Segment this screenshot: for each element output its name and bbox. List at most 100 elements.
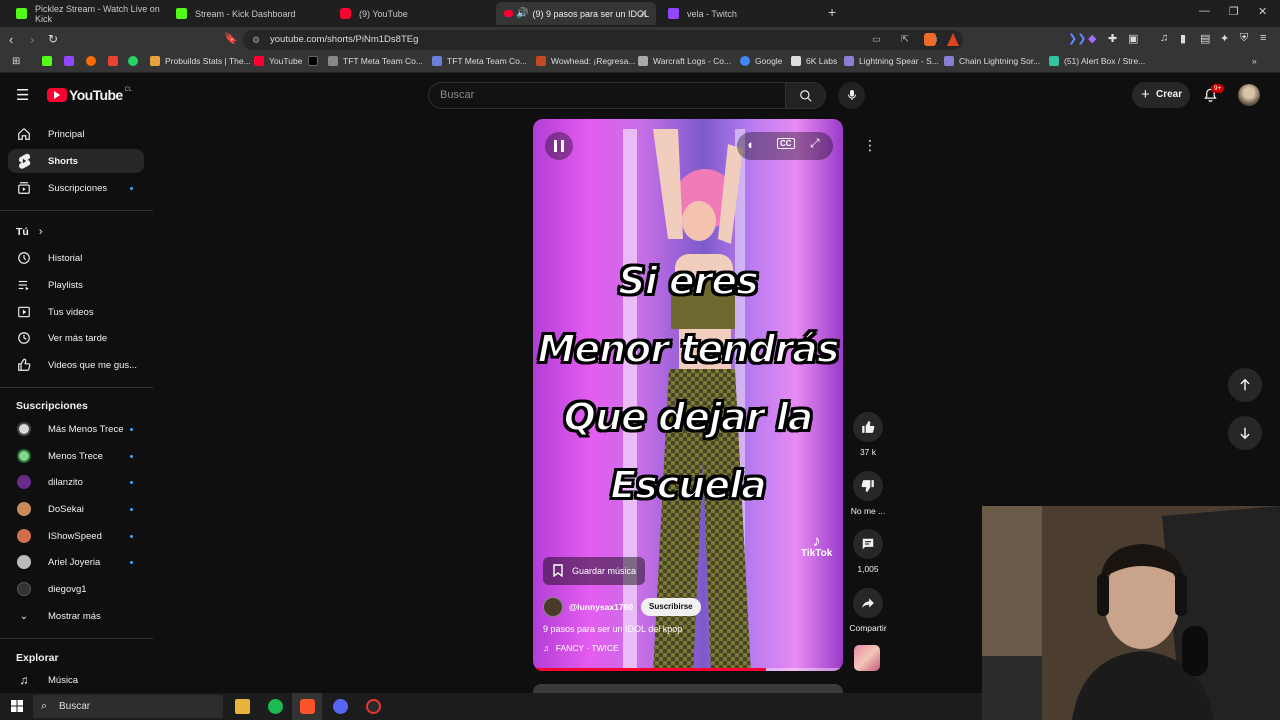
bookmark-item[interactable]: Chain Lightning Sor... <box>944 56 1040 66</box>
sidebar-subscription[interactable]: Menos Trece <box>8 444 144 468</box>
sound-thumbnail[interactable] <box>854 645 880 671</box>
previous-short-button[interactable] <box>1228 368 1262 402</box>
media-icon[interactable]: ♫ <box>1160 32 1168 44</box>
bookmark-kick[interactable] <box>42 56 57 66</box>
like-button[interactable]: 37 k <box>846 412 890 457</box>
search-button[interactable] <box>786 82 826 109</box>
save-music-button[interactable]: Guardar música <box>543 557 645 585</box>
wallet-icon[interactable]: ▤ <box>1200 32 1210 45</box>
bookmark-item[interactable]: Google <box>740 56 782 66</box>
avatar[interactable] <box>1238 84 1260 106</box>
spotify-icon[interactable] <box>268 699 283 714</box>
bookmark-gmail[interactable] <box>108 56 123 66</box>
browser-tab[interactable]: (9) YouTube <box>332 2 492 25</box>
bookmark-item[interactable]: Warcraft Logs - Co... <box>638 56 731 66</box>
vpn-icon[interactable]: ⛨ <box>1240 32 1248 45</box>
bookmark-item[interactable]: Probuilds Stats | The... <box>150 56 251 66</box>
channel-avatar[interactable] <box>543 597 563 617</box>
sidebar-toggle-icon[interactable]: ▮ <box>1180 32 1186 45</box>
taskbar-search-input[interactable]: ⌕ Buscar <box>33 695 223 718</box>
captions-icon[interactable]: CC <box>777 138 795 149</box>
voice-search-button[interactable] <box>838 82 865 109</box>
forward-icon[interactable]: › <box>30 32 34 47</box>
leo-ai-icon[interactable]: ✦ <box>1220 32 1229 45</box>
fullscreen-icon[interactable]: ⤢ <box>810 136 820 151</box>
sidebar-item-playlists[interactable]: Playlists <box>8 273 144 297</box>
sidebar-item-your-videos[interactable]: Tus videos <box>8 300 144 324</box>
sidebar-subscription[interactable]: Más Menos Trece <box>8 417 144 441</box>
subscribe-button[interactable]: Suscribirse <box>641 598 701 616</box>
sidebar-subscription[interactable]: DoSekai <box>8 497 144 521</box>
hamburger-menu-icon[interactable]: ☰ <box>16 86 29 104</box>
twitch-extension-icon[interactable]: ◆ <box>1088 32 1096 45</box>
bookmark-x[interactable] <box>308 56 323 66</box>
sidebar-item-music[interactable]: ♫ Música <box>8 668 144 692</box>
bookmark-item[interactable]: Lightning Spear - S... <box>844 56 939 66</box>
obs-icon[interactable] <box>366 699 381 714</box>
new-tab-button[interactable]: + <box>828 4 836 20</box>
browser-tab[interactable]: Stream - Kick Dashboard <box>168 2 328 25</box>
sidebar-subscription[interactable]: IShowSpeed <box>8 524 144 548</box>
audio-playing-icon[interactable]: 🔊 <box>516 8 528 19</box>
create-button[interactable]: + Crear <box>1132 82 1190 108</box>
sidebar-subscription[interactable]: diegovg1 <box>8 577 144 601</box>
browser-tab[interactable]: vela - Twitch <box>660 2 820 25</box>
extensions-icon[interactable]: ✚ <box>1108 32 1117 45</box>
show-more-button[interactable]: ⌄ Mostrar más <box>8 604 144 628</box>
bookmark-orange[interactable] <box>86 56 101 66</box>
sidebar-item-watch-later[interactable]: Ver más tarde <box>8 326 144 350</box>
browser-tab[interactable]: Picklez Stream - Watch Live on Kick <box>8 2 168 25</box>
pause-button[interactable] <box>545 132 573 160</box>
bookmark-item[interactable]: Wowhead: ¡Regresa... <box>536 56 635 66</box>
screenshot-icon[interactable]: ▣ <box>1128 32 1138 45</box>
sidebar-subscription[interactable]: dilanzito <box>8 470 144 494</box>
bookmark-whatsapp[interactable] <box>128 56 143 66</box>
install-icon[interactable]: ▭ <box>872 30 881 50</box>
share-button[interactable]: Compartir <box>846 588 890 633</box>
bookmark-icon[interactable]: 🔖 <box>224 32 238 45</box>
bookmark-item[interactable]: TFT Meta Team Co... <box>432 56 527 66</box>
discord-icon[interactable] <box>333 699 348 714</box>
file-explorer-icon[interactable] <box>235 699 250 714</box>
close-window-icon[interactable]: ✕ <box>1258 5 1267 18</box>
youtube-logo[interactable]: YouTube CL <box>47 87 132 103</box>
site-settings-icon[interactable]: ⚙ <box>252 30 260 50</box>
sidebar-item-history[interactable]: Historial <box>8 246 144 270</box>
video-progress-bar[interactable] <box>533 668 843 671</box>
back-icon[interactable]: ‹ <box>9 32 13 47</box>
shorts-player[interactable]: Si eres Menor tendrás Que dejar la Escue… <box>533 119 843 671</box>
bookmark-item[interactable]: (51) Alert Box / Stre... <box>1049 56 1145 66</box>
more-options-icon[interactable]: ⋮ <box>863 137 877 154</box>
apps-icon[interactable]: ⊞ <box>12 56 20 67</box>
search-input[interactable]: Buscar <box>428 82 786 109</box>
bookmark-item[interactable]: TFT Meta Team Co... <box>328 56 423 66</box>
more-bookmarks-icon[interactable]: » <box>1252 56 1257 66</box>
bookmark-twitch[interactable] <box>64 56 79 66</box>
short-title[interactable]: 9 pasos para ser un IDOL del kpop <box>543 624 682 634</box>
sidebar-item-principal[interactable]: Principal <box>8 122 144 146</box>
notifications-button[interactable]: 9+ <box>1203 84 1225 108</box>
sidebar-subscription[interactable]: Ariel Joyeria <box>8 550 144 574</box>
menu-icon[interactable]: ≡ <box>1260 32 1266 44</box>
extension-icon[interactable]: ❯❯ <box>1068 32 1086 45</box>
windows-start-icon[interactable] <box>11 700 23 712</box>
sidebar-item-liked[interactable]: Videos que me gus... <box>8 353 144 377</box>
restore-icon[interactable]: ❐ <box>1229 5 1239 18</box>
browser-tab-active[interactable]: 🔊 (9) 9 pasos para ser un IDOL ✕ <box>496 2 656 25</box>
brave-shields-icon[interactable] <box>924 33 936 46</box>
share-page-icon[interactable]: ⇱ <box>901 30 909 50</box>
brave-icon[interactable] <box>300 699 315 714</box>
channel-handle[interactable]: @lunnysax1760 <box>569 602 633 612</box>
bookmark-item[interactable]: YouTube <box>254 56 302 66</box>
bookmark-item[interactable]: 6K Labs <box>791 56 837 66</box>
volume-icon[interactable]: ◖ <box>746 137 754 152</box>
next-short-button[interactable] <box>1228 416 1262 450</box>
minimize-icon[interactable]: — <box>1199 5 1210 17</box>
reload-icon[interactable]: ↻ <box>48 32 58 46</box>
music-link[interactable]: ♫ FANCY · TWICE <box>543 643 619 653</box>
comments-button[interactable]: 1,005 <box>846 529 890 574</box>
close-tab-icon[interactable]: ✕ <box>639 7 648 20</box>
url-field[interactable]: ⚙ youtube.com/shorts/PiNm1Ds8TEg ▭ ⇱ ⧉ <box>243 30 963 50</box>
sidebar-item-subscriptions[interactable]: Suscripciones <box>8 176 144 200</box>
dislike-button[interactable]: No me ... <box>846 471 890 516</box>
